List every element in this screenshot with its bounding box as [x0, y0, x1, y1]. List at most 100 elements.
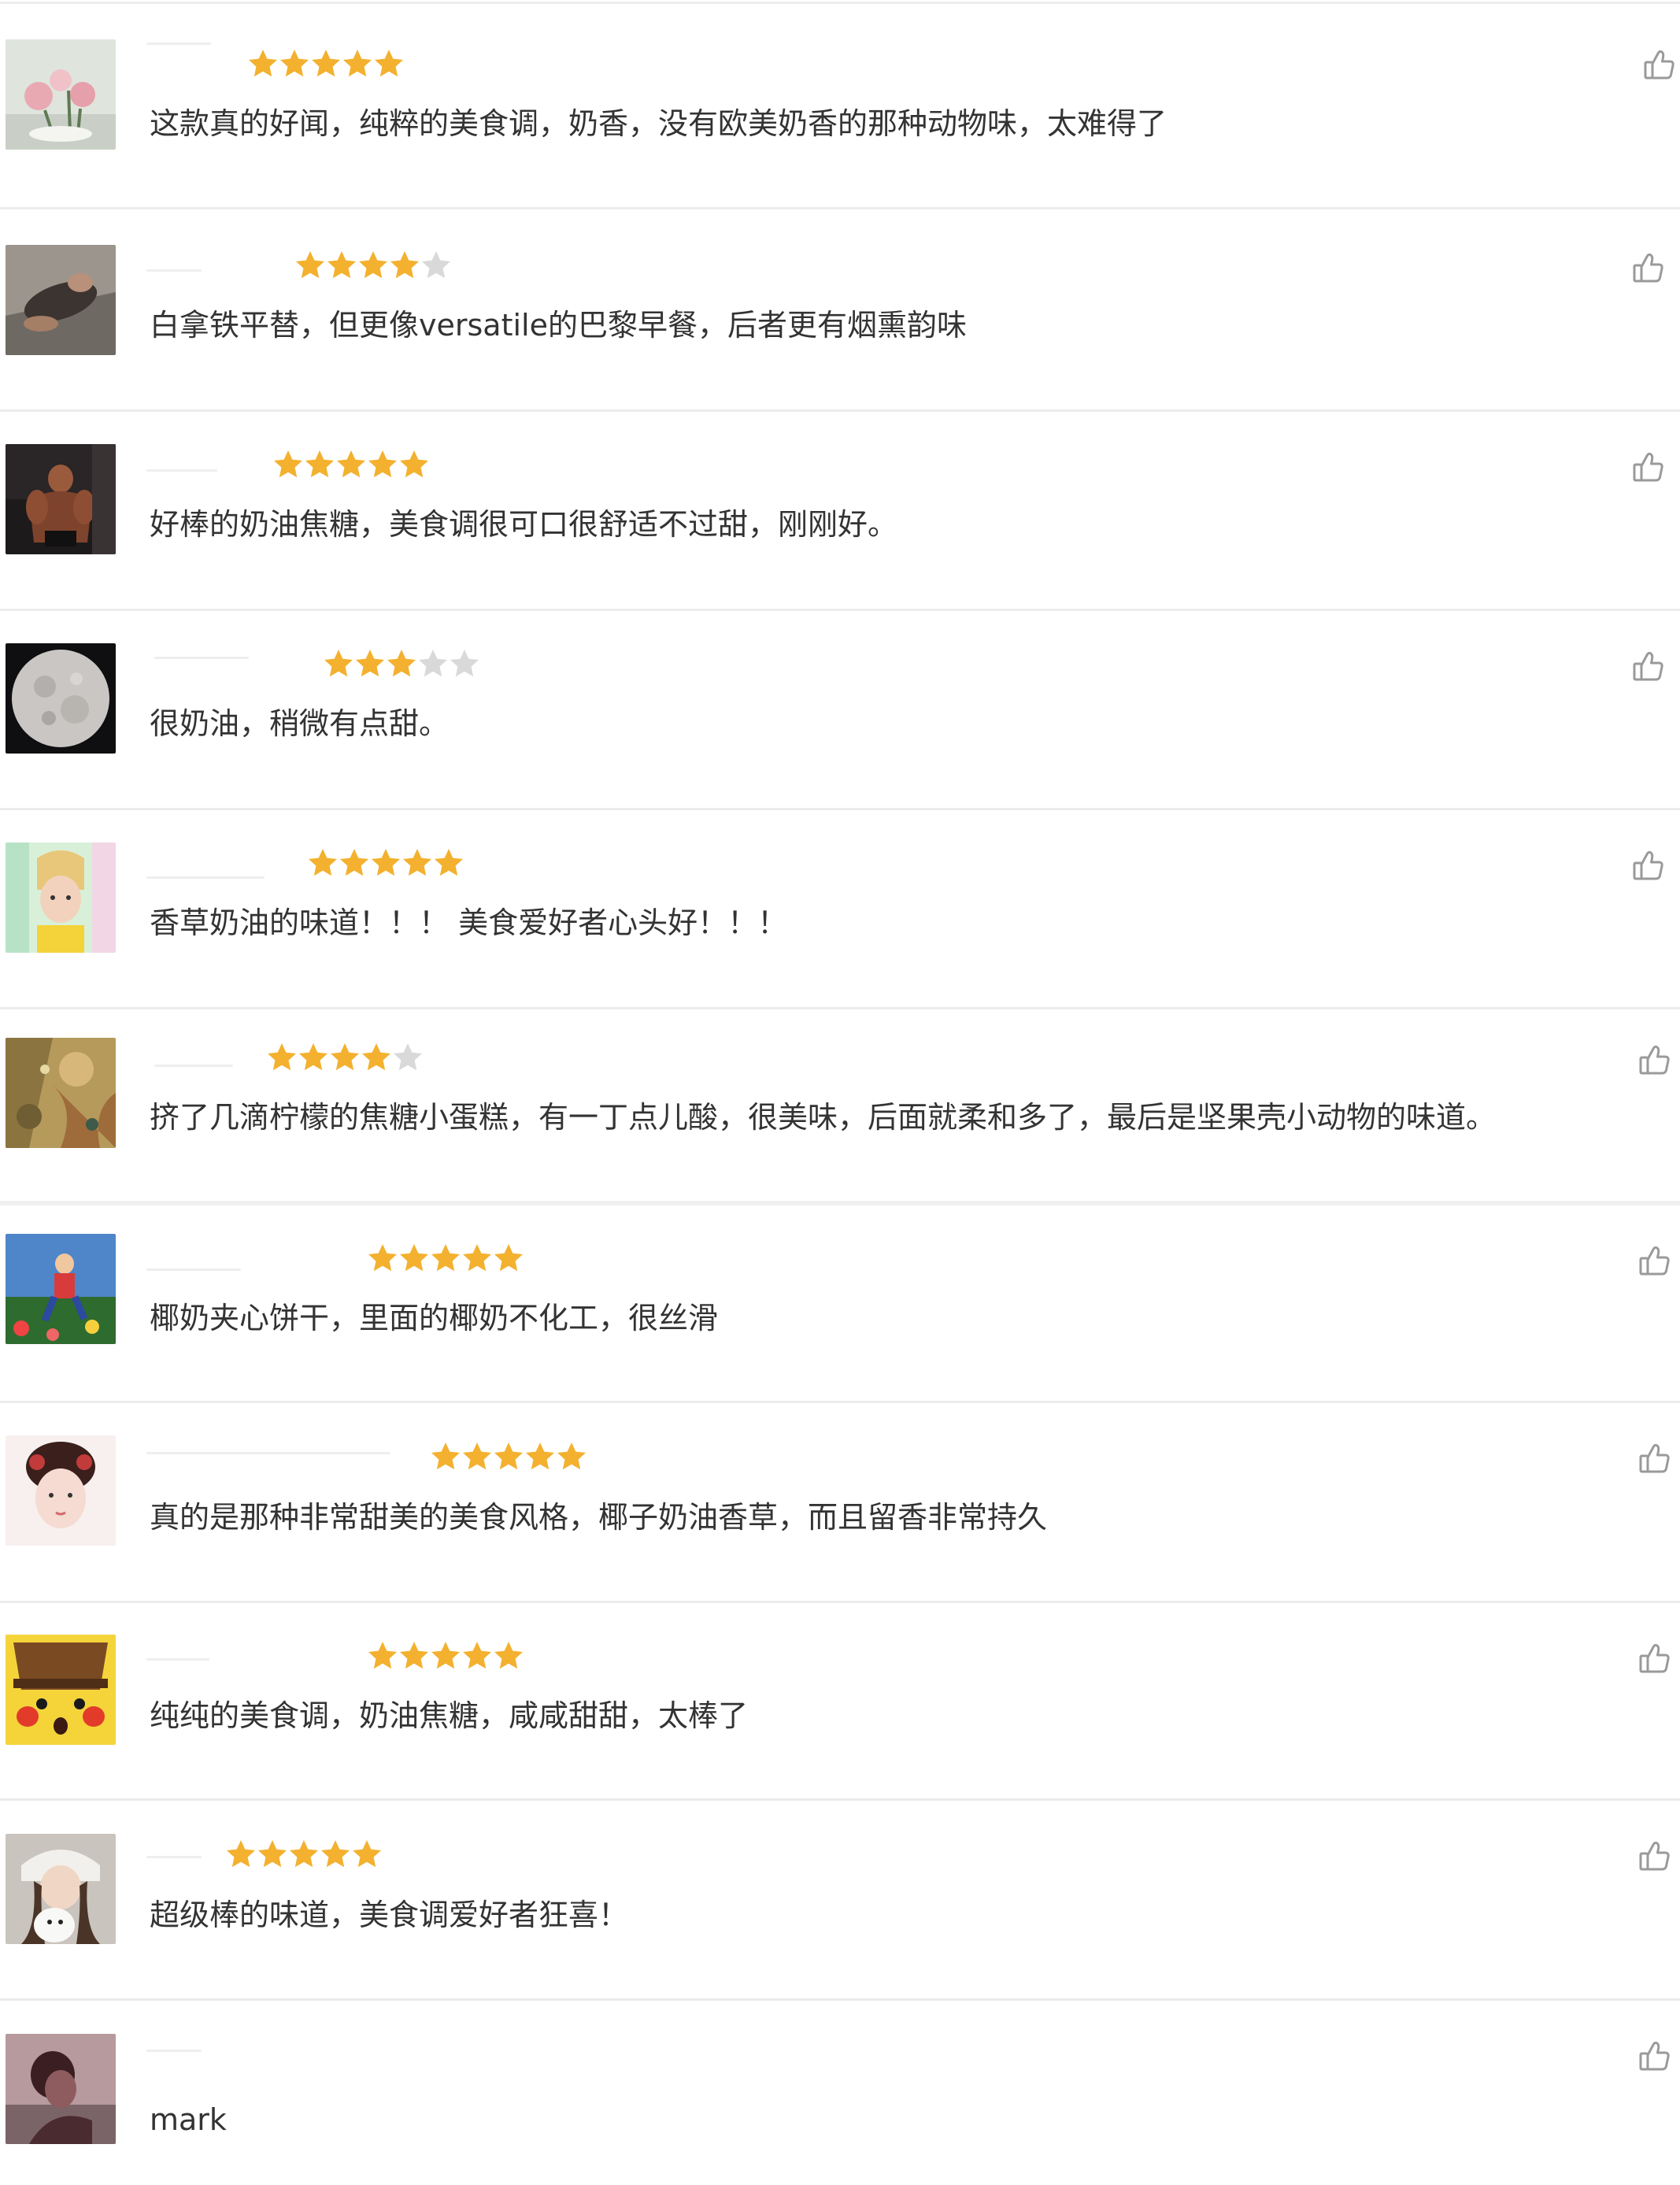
star-filled-icon: [357, 250, 389, 281]
like-button[interactable]: [1637, 2039, 1675, 2076]
like-button[interactable]: [1637, 1043, 1675, 1080]
thumbs-up-icon: [1631, 250, 1669, 285]
username-placeholder: [146, 43, 211, 45]
star-filled-icon: [389, 250, 420, 281]
review-item: 好棒的奶油焦糖，美食调很可口很舒适不过甜，刚刚好。: [0, 412, 1680, 609]
rating-stars: [430, 1437, 587, 1476]
username-placeholder: [146, 1268, 241, 1271]
like-button[interactable]: [1642, 47, 1680, 85]
review-item: 挤了几滴柠檬的焦糖小蛋糕，有一丁点儿酸，很美味，后面就柔和多了，最后是坚果壳小动…: [0, 1009, 1680, 1201]
username-placeholder: [146, 1856, 202, 1858]
review-comment: 真的是那种非常甜美的美食风格，椰子奶油香草，而且留香非常持久: [150, 1500, 1048, 1535]
review-item: 真的是那种非常甜美的美食风格，椰子奶油香草，而且留香非常持久: [0, 1403, 1680, 1601]
username-placeholder: [146, 269, 202, 272]
star-filled-icon: [493, 1640, 524, 1672]
thumbs-up-icon: [1637, 2039, 1675, 2073]
star-filled-icon: [461, 1242, 493, 1274]
star-filled-icon: [320, 1839, 351, 1870]
thumbs-up-icon: [1637, 1243, 1675, 1278]
review-comment: 好棒的奶油焦糖，美食调很可口很舒适不过甜，刚刚好。: [150, 507, 898, 542]
star-filled-icon: [288, 1839, 320, 1870]
avatar[interactable]: [6, 2034, 116, 2144]
username-placeholder: [146, 1452, 390, 1454]
review-comment: mark: [150, 2102, 227, 2137]
rating-stars: [225, 1835, 383, 1874]
avatar[interactable]: [6, 1635, 116, 1745]
thumbs-up-icon: [1637, 1641, 1675, 1676]
star-filled-icon: [398, 1242, 430, 1274]
username-placeholder: [146, 876, 265, 879]
star-filled-icon: [361, 1042, 392, 1073]
star-filled-icon: [398, 449, 430, 480]
star-filled-icon: [556, 1441, 587, 1472]
username-placeholder: [154, 1065, 233, 1067]
rating-stars: [367, 1636, 524, 1676]
like-button[interactable]: [1631, 250, 1669, 288]
review-comment: 超级棒的味道，美食调爱好者狂喜！: [150, 1898, 629, 1932]
like-button[interactable]: [1637, 1441, 1675, 1479]
thumbs-up-icon: [1637, 1839, 1675, 1873]
rating-stars: [247, 44, 405, 83]
avatar[interactable]: [6, 643, 116, 754]
star-empty-icon: [417, 648, 449, 680]
star-filled-icon: [272, 449, 304, 480]
like-button[interactable]: [1631, 848, 1669, 886]
like-button[interactable]: [1631, 450, 1669, 487]
star-filled-icon: [279, 48, 310, 80]
review-comment: 纯纯的美食调，奶油焦糖，咸咸甜甜，太棒了: [150, 1698, 749, 1733]
thumbs-up-icon: [1637, 1043, 1675, 1077]
avatar[interactable]: [6, 39, 116, 150]
review-list: 这款真的好闻，纯粹的美食调，奶香，没有欧美奶香的那种动物味，太难得了 白拿铁平替…: [0, 0, 1680, 2185]
avatar[interactable]: [6, 1435, 116, 1546]
avatar[interactable]: [6, 843, 116, 953]
review-item: 超级棒的味道，美食调爱好者狂喜！: [0, 1801, 1680, 1998]
review-comment: 椰奶夹心饼干，里面的椰奶不化工，很丝滑: [150, 1301, 719, 1335]
rating-stars: [307, 843, 464, 883]
rating-stars: [266, 1038, 424, 1077]
like-button[interactable]: [1631, 649, 1669, 687]
star-filled-icon: [351, 1839, 383, 1870]
star-empty-icon: [449, 648, 480, 680]
rating-stars: [323, 644, 480, 683]
star-filled-icon: [493, 1242, 524, 1274]
review-item: 椰奶夹心饼干，里面的椰奶不化工，很丝滑: [0, 1205, 1680, 1401]
star-filled-icon: [433, 847, 464, 879]
avatar[interactable]: [6, 444, 116, 554]
star-filled-icon: [298, 1042, 329, 1073]
star-filled-icon: [225, 1839, 257, 1870]
star-empty-icon: [420, 250, 452, 281]
star-filled-icon: [430, 1640, 461, 1672]
star-filled-icon: [266, 1042, 298, 1073]
like-button[interactable]: [1637, 1641, 1675, 1679]
review-item: 纯纯的美食调，奶油焦糖，咸咸甜甜，太棒了: [0, 1603, 1680, 1798]
review-item: mark: [0, 2001, 1680, 2185]
review-comment: 这款真的好闻，纯粹的美食调，奶香，没有欧美奶香的那种动物味，太难得了: [150, 106, 1167, 141]
avatar[interactable]: [6, 1234, 116, 1344]
star-filled-icon: [304, 449, 335, 480]
star-filled-icon: [493, 1441, 524, 1472]
star-filled-icon: [367, 1242, 398, 1274]
avatar[interactable]: [6, 245, 116, 355]
avatar[interactable]: [6, 1834, 116, 1944]
rating-stars: [367, 1239, 524, 1278]
thumbs-up-icon: [1631, 450, 1669, 484]
thumbs-up-icon: [1642, 47, 1680, 82]
star-filled-icon: [247, 48, 279, 80]
thumbs-up-icon: [1631, 848, 1669, 883]
review-item: 白拿铁平替，但更像versatile的巴黎早餐，后者更有烟熏韵味: [0, 209, 1680, 409]
star-filled-icon: [367, 1640, 398, 1672]
star-filled-icon: [323, 648, 354, 680]
star-filled-icon: [307, 847, 339, 879]
like-button[interactable]: [1637, 1839, 1675, 1876]
like-button[interactable]: [1637, 1243, 1675, 1281]
thumbs-up-icon: [1631, 649, 1669, 683]
rating-stars: [272, 445, 430, 484]
username-placeholder: [146, 2050, 202, 2052]
star-filled-icon: [430, 1242, 461, 1274]
review-comment: 香草奶油的味道！！！ 美食爱好者心头好！！！: [150, 905, 788, 940]
username-placeholder: [154, 657, 249, 659]
star-filled-icon: [461, 1640, 493, 1672]
avatar[interactable]: [6, 1038, 116, 1148]
star-empty-icon: [392, 1042, 424, 1073]
rating-stars: [294, 246, 452, 285]
